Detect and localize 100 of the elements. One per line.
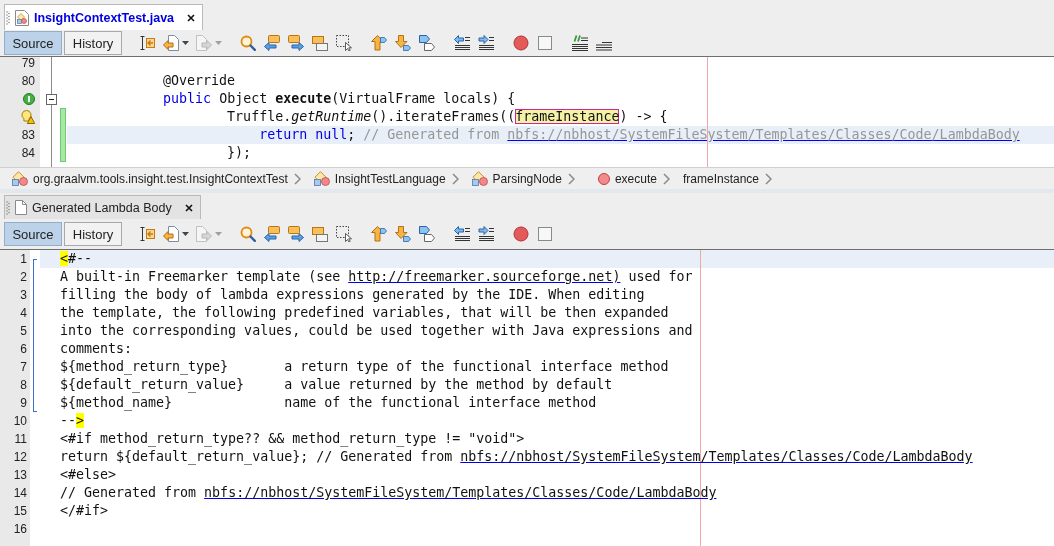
- code-line: ${method_return_type} a return type of the functional interface method: [60, 358, 669, 376]
- document-arrow-left-icon[interactable]: [163, 226, 179, 242]
- code-line: <#if method_return_type?? && method_return_type != "void">: [60, 430, 525, 448]
- line-number: 2: [20, 270, 27, 284]
- bookmark-tags-icon[interactable]: [419, 35, 435, 51]
- lightbulb-warning-icon[interactable]: [21, 110, 35, 124]
- arrow-up-icon[interactable]: [371, 35, 387, 51]
- line-number: 12: [13, 450, 27, 464]
- chevron-right-icon[interactable]: [451, 172, 459, 185]
- code-line: @Override: [163, 72, 236, 90]
- line-number: 4: [20, 306, 27, 320]
- chevron-right-icon[interactable]: [662, 172, 670, 185]
- search-icon[interactable]: [240, 35, 256, 51]
- line-number: 10: [13, 414, 27, 428]
- search-icon[interactable]: [240, 226, 256, 242]
- arrow-up-icon[interactable]: [371, 226, 387, 242]
- editor-tab[interactable]: Generated Lambda Body: [4, 195, 201, 219]
- code-line: });: [227, 144, 252, 162]
- grip-icon[interactable]: [6, 200, 10, 215]
- link[interactable]: nbfs://nbhost/SystemFileSystem/Templates/Classes/Code/LambdaBody: [460, 449, 973, 464]
- link[interactable]: nbfs://nbhost/SystemFileSystem/Templates/Classes/Code/LambdaBody: [204, 485, 717, 500]
- record-icon[interactable]: [513, 226, 529, 242]
- indent-icon[interactable]: [478, 226, 494, 242]
- close-icon[interactable]: [184, 203, 193, 212]
- circle-marker-icon[interactable]: [23, 93, 35, 105]
- bookmark-tags-icon[interactable]: [419, 226, 435, 242]
- code-line: the template, the following predefined variables, that will be then expanded: [60, 304, 669, 322]
- code-line: <#else>: [60, 466, 117, 484]
- line-number: 84: [21, 146, 35, 160]
- shapes-icon: [313, 171, 330, 186]
- text-cursor-arrow-icon[interactable]: [139, 35, 155, 51]
- document-icon: [15, 200, 27, 215]
- stop-icon[interactable]: [537, 226, 553, 242]
- document-arrow-left-icon[interactable]: [163, 35, 179, 51]
- code-line: // Generated from nbfs://nbhost/SystemFileSystem/Templates/Classes/Code/LambdaBody: [60, 484, 717, 502]
- code-line: ${method_name} name of the functional interface method: [60, 394, 597, 412]
- outdent-icon[interactable]: [454, 226, 470, 242]
- line-number: 7: [20, 360, 27, 374]
- line-number: 14: [13, 486, 27, 500]
- dotted-rectangle-cursor-icon[interactable]: [336, 226, 352, 242]
- tag-arrow-right-icon[interactable]: [288, 226, 304, 242]
- code-line: comments:: [60, 340, 133, 358]
- grip-icon[interactable]: [6, 10, 10, 25]
- tag-arrow-left-icon[interactable]: [264, 35, 280, 51]
- line-number: 16: [13, 522, 27, 536]
- line-number: 6: [20, 342, 27, 356]
- arrow-down-icon[interactable]: [395, 226, 411, 242]
- breadcrumb-item[interactable]: execute: [587, 171, 657, 186]
- code-line: filling the body of lambda expressions generated by the IDE. When editing: [60, 286, 645, 304]
- line-number: 13: [13, 468, 27, 482]
- circle-icon: [597, 172, 610, 185]
- line-number: 79: [21, 57, 35, 70]
- breadcrumb-item[interactable]: ParsingNode: [471, 171, 562, 186]
- caret-icon[interactable]: [182, 41, 189, 45]
- code-line: public Object execute(VirtualFrame locals) {: [163, 90, 516, 108]
- tag-arrow-left-icon[interactable]: [264, 226, 280, 242]
- tag-arrow-right-icon[interactable]: [288, 35, 304, 51]
- code-line: return ${default_return_value}; // Generated from nbfs://nbhost/SystemFileSystem/Templates/Classes/Code/LambdaBody: [60, 448, 973, 466]
- stacked-rectangles-icon[interactable]: [312, 35, 328, 51]
- collapse-icon[interactable]: [46, 93, 57, 105]
- line-number: 5: [20, 324, 27, 338]
- caret-icon[interactable]: [182, 232, 189, 236]
- line-number: 3: [20, 288, 27, 302]
- code-line: A built-in Freemarker template (see http://freemarker.sourceforge.net) used for: [60, 268, 693, 286]
- breadcrumb-item[interactable]: frameInstance: [682, 171, 759, 186]
- chevron-right-icon[interactable]: [567, 172, 575, 185]
- line-number: 1: [20, 252, 27, 266]
- editor-tab[interactable]: InsightContextTest.java: [4, 4, 204, 30]
- stop-icon[interactable]: [537, 35, 553, 51]
- code-line: into the corresponding values, could be used together with Java expressions and: [60, 322, 693, 340]
- shapes-icon: [12, 171, 28, 186]
- breadcrumb-item[interactable]: InsightTestLanguage: [313, 171, 446, 186]
- line-number: 9: [20, 396, 27, 410]
- code-line: -->: [60, 412, 85, 430]
- dotted-rectangle-cursor-icon[interactable]: [336, 35, 352, 51]
- shapes-icon: [471, 171, 488, 186]
- close-icon[interactable]: [187, 13, 196, 22]
- view-tab[interactable]: Source: [4, 222, 62, 246]
- code-line: ${default_return_value} a value returned by the method by default: [60, 376, 613, 394]
- text-cursor-arrow-icon[interactable]: [139, 226, 155, 242]
- view-tab[interactable]: Source: [4, 31, 62, 55]
- line-number: 83: [21, 128, 35, 142]
- record-icon[interactable]: [513, 35, 529, 51]
- line-number: 15: [13, 504, 27, 518]
- chevron-right-icon[interactable]: [293, 172, 301, 185]
- code-line: </#if>: [60, 502, 109, 520]
- chevron-right-icon[interactable]: [765, 172, 772, 185]
- line-number: 80: [21, 74, 35, 88]
- indent-icon[interactable]: [478, 35, 494, 51]
- outdent-icon[interactable]: [454, 35, 470, 51]
- breadcrumb-item[interactable]: org.graalvm.tools.insight.test.InsightContextTest: [12, 171, 288, 186]
- link[interactable]: http://freemarker.sourceforge.net): [348, 269, 621, 284]
- arrow-down-icon[interactable]: [395, 35, 411, 51]
- file-shapes-icon: [15, 9, 29, 26]
- view-tab[interactable]: History: [64, 222, 122, 246]
- view-tab[interactable]: History: [64, 31, 122, 55]
- line-number: 8: [20, 378, 27, 392]
- slashes-lines-icon[interactable]: [572, 35, 588, 51]
- line-number: 11: [14, 432, 27, 446]
- stacked-rectangles-icon[interactable]: [312, 226, 328, 242]
